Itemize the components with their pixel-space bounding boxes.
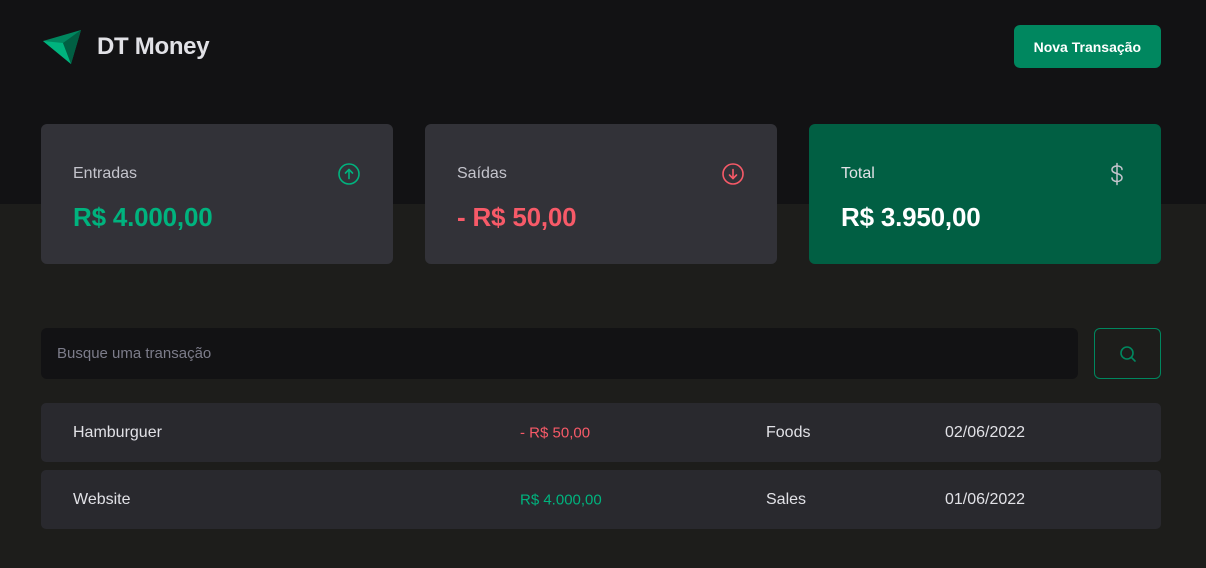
- transaction-price: - R$ 50,00: [520, 424, 591, 441]
- table-row: Hamburguer - R$ 50,00 Foods 02/06/2022: [41, 403, 1161, 462]
- outcome-card: Saídas - R$ 50,00: [425, 124, 777, 264]
- transaction-category: Sales: [766, 490, 807, 508]
- app-header: DT Money Nova Transação: [41, 25, 1161, 68]
- transaction-description: Website: [73, 490, 131, 508]
- brand: DT Money: [41, 27, 210, 67]
- search-input[interactable]: [41, 328, 1078, 379]
- app-title: DT Money: [97, 32, 210, 60]
- total-card: Total R$ 3.950,00: [809, 124, 1161, 264]
- outcome-value: - R$ 50,00: [457, 202, 577, 232]
- total-value: R$ 3.950,00: [841, 202, 981, 232]
- transaction-description: Hamburguer: [73, 423, 162, 441]
- dt-money-logo-icon: [43, 29, 81, 64]
- income-label: Entradas: [73, 165, 138, 182]
- arrow-circle-down-icon: [722, 163, 744, 185]
- summary-cards: Entradas R$ 4.000,00 Saídas - R$ 50,00 T…: [41, 124, 1161, 264]
- search-button[interactable]: [1094, 328, 1161, 379]
- transaction-date: 02/06/2022: [945, 423, 1026, 441]
- new-transaction-button[interactable]: Nova Transação: [1013, 25, 1161, 68]
- search-form: [41, 328, 1161, 379]
- income-card: Entradas R$ 4.000,00: [41, 124, 393, 264]
- currency-dollar-icon: [1111, 162, 1123, 186]
- total-label: Total: [841, 165, 875, 182]
- transaction-category: Foods: [766, 423, 811, 441]
- magnifying-glass-icon: [1119, 345, 1136, 362]
- arrow-circle-up-icon: [338, 163, 360, 185]
- table-row: Website R$ 4.000,00 Sales 01/06/2022: [41, 470, 1161, 529]
- transaction-date: 01/06/2022: [945, 490, 1026, 508]
- outcome-label: Saídas: [457, 165, 507, 182]
- transaction-price: R$ 4.000,00: [520, 491, 602, 508]
- transactions-table: Hamburguer - R$ 50,00 Foods 02/06/2022 W…: [41, 403, 1161, 529]
- income-value: R$ 4.000,00: [73, 202, 213, 232]
